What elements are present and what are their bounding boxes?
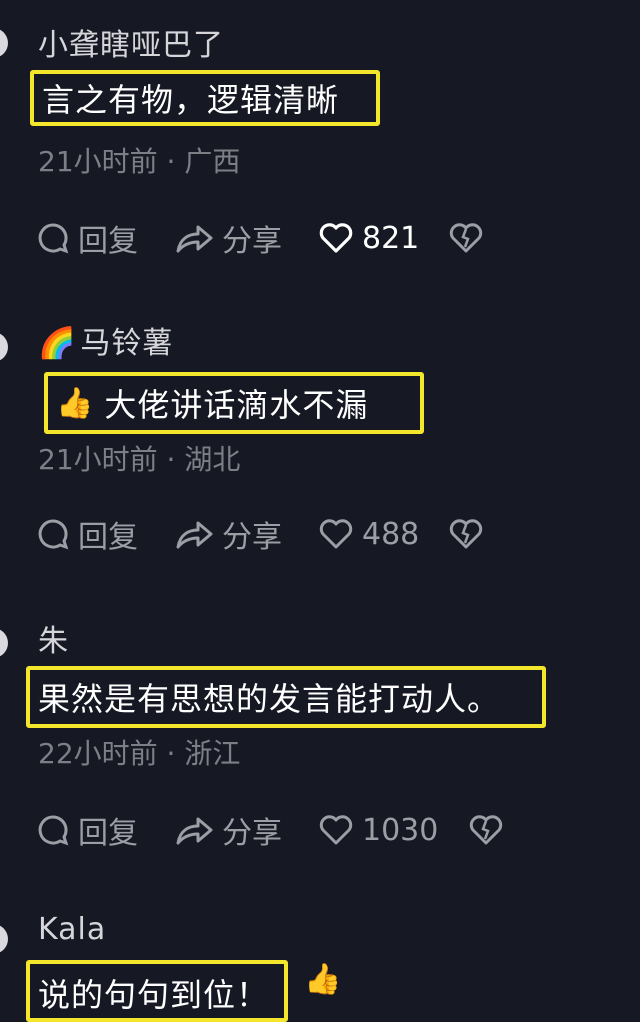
comment-bubble-icon [38, 223, 69, 254]
share-button[interactable]: 分享 [174, 514, 282, 555]
comment-bubble-icon [38, 815, 69, 846]
comment-username[interactable]: 🌈 马铃薯 [38, 318, 173, 362]
comment-text: 言之有物，逻辑清晰 [30, 70, 380, 126]
comment-text-content: 大佬讲话滴水不漏 [104, 386, 369, 424]
broken-heart-icon [449, 223, 483, 253]
share-label: 分享 [222, 224, 282, 259]
comment-meta: 21小时前 · 湖北 [38, 443, 241, 476]
thumbs-up-icon: 👍 [304, 962, 342, 997]
comment-text: 说的句句到位！ [26, 960, 288, 1022]
avatar[interactable] [0, 924, 8, 954]
avatar[interactable] [0, 28, 8, 58]
comment-username[interactable]: 小聋瞎哑巴了 [38, 20, 224, 64]
comment-text: 果然是有思想的发言能打动人。 [26, 666, 546, 728]
comment-text-content: 果然是有思想的发言能打动人。 [38, 680, 501, 718]
comment-actions: 回复 分享 821 [36, 218, 636, 259]
share-button[interactable]: 分享 [174, 810, 282, 851]
comment-bubble-icon [38, 519, 69, 550]
reply-label: 回复 [78, 520, 138, 555]
like-count: 821 [362, 220, 420, 256]
dislike-button[interactable] [448, 514, 492, 554]
like-button[interactable]: 821 [318, 218, 419, 258]
heart-icon [319, 223, 353, 253]
comment-meta: 21小时前 · 广西 [38, 145, 241, 178]
comment-username[interactable]: Kala [38, 912, 106, 947]
heart-icon [319, 519, 353, 549]
reply-button[interactable]: 回复 [36, 514, 138, 555]
reply-label: 回复 [78, 224, 138, 259]
like-button[interactable]: 1030 [318, 810, 438, 850]
comment-actions: 回复 分享 488 [36, 514, 636, 555]
comment-actions: 回复 分享 1030 [36, 810, 636, 851]
broken-heart-icon [469, 815, 503, 845]
reply-label: 回复 [78, 816, 138, 851]
comment-meta: 22小时前 · 浙江 [38, 737, 241, 770]
broken-heart-icon [449, 519, 483, 549]
share-label: 分享 [222, 816, 282, 851]
comment-text-content: 言之有物，逻辑清晰 [42, 81, 340, 119]
comment-username[interactable]: 朱 [38, 616, 69, 660]
username-text: 马铃薯 [80, 326, 174, 361]
reply-button[interactable]: 回复 [36, 810, 138, 851]
share-arrow-icon [176, 817, 213, 845]
comment-text-content: 说的句句到位！ [38, 976, 270, 1014]
like-button[interactable]: 488 [318, 514, 419, 554]
like-count: 488 [362, 516, 420, 552]
share-button[interactable]: 分享 [174, 218, 282, 259]
reply-button[interactable]: 回复 [36, 218, 138, 259]
share-label: 分享 [222, 520, 282, 555]
avatar[interactable] [0, 332, 8, 362]
heart-icon [319, 815, 353, 845]
share-arrow-icon [176, 225, 213, 253]
like-count: 1030 [362, 812, 439, 848]
dislike-button[interactable] [448, 218, 492, 258]
avatar[interactable] [0, 628, 8, 658]
comment-text: 👍 大佬讲话滴水不漏 [44, 372, 424, 434]
dislike-button[interactable] [468, 810, 512, 850]
share-arrow-icon [176, 521, 213, 549]
thumbs-up-icon: 👍 [56, 385, 95, 421]
rainbow-icon: 🌈 [38, 326, 77, 361]
